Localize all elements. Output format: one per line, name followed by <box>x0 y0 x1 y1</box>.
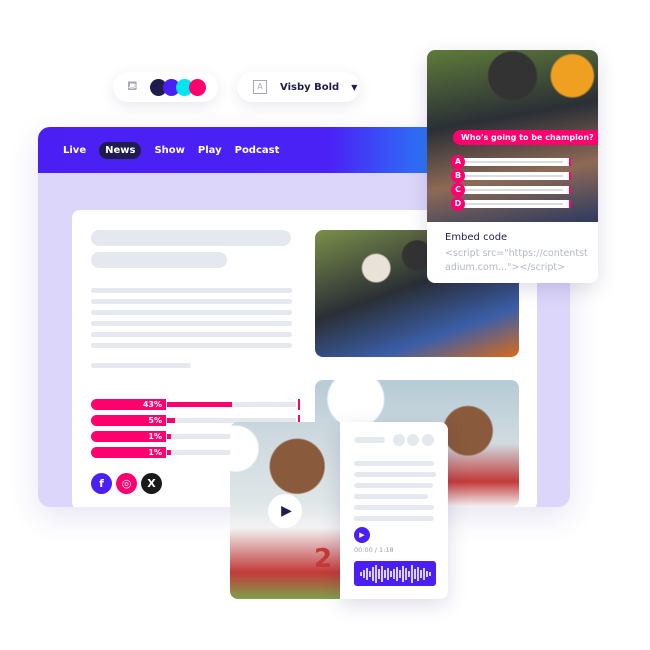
quiz-option-letter[interactable]: A <box>451 155 465 169</box>
waveform[interactable] <box>354 561 436 586</box>
nav-play[interactable]: Play <box>198 145 222 156</box>
waveform-bar <box>398 569 401 578</box>
audio-card: ▶ 00:00 / 1:18 <box>340 422 448 599</box>
waveform-bar <box>407 570 410 577</box>
text-skeleton <box>91 363 191 368</box>
nav-podcast[interactable]: Podcast <box>235 145 280 156</box>
x-icon[interactable]: X <box>141 473 162 494</box>
poll-fill <box>167 450 171 455</box>
text-skeleton <box>91 310 292 315</box>
quiz-option-bar[interactable] <box>453 172 571 180</box>
text-skeleton <box>354 516 434 521</box>
paint-bucket-icon: ⛾ <box>127 78 138 94</box>
poll-percent: 1% <box>91 431 166 442</box>
waveform-bar <box>404 567 407 580</box>
avatar-skeleton <box>393 434 405 446</box>
waveform-bar <box>410 564 413 583</box>
waveform-bar <box>389 570 392 577</box>
waveform-bar <box>377 568 380 579</box>
play-button[interactable]: ▶ <box>268 494 302 528</box>
waveform-bar <box>362 569 365 578</box>
waveform-bar <box>386 567 389 580</box>
poll-percent: 43% <box>91 399 166 410</box>
text-skeleton <box>91 299 292 304</box>
audio-time: 00:00 / 1:18 <box>354 546 394 554</box>
waveform-bar <box>392 568 395 579</box>
avatar-skeleton <box>422 434 434 446</box>
quiz-option-line <box>459 189 563 191</box>
poll-track <box>167 402 296 407</box>
audio-play-button[interactable]: ▶ <box>354 527 370 543</box>
text-skeleton <box>91 343 292 348</box>
font-dropdown[interactable]: A Visby Bold ▼ <box>237 72 360 102</box>
waveform-bar <box>380 565 383 582</box>
instagram-icon[interactable]: ◎ <box>116 473 137 494</box>
quiz-option-letter[interactable]: C <box>451 183 465 197</box>
text-skeleton <box>91 332 292 337</box>
waveform-bar <box>395 566 398 581</box>
waveform-bar <box>368 570 371 577</box>
play-icon: ▶ <box>281 503 292 519</box>
quiz-option-letter[interactable]: B <box>451 169 465 183</box>
quiz-card: Who's going to be champion? ABCD Embed c… <box>427 50 598 283</box>
swatch-pink[interactable] <box>188 78 206 96</box>
waveform-bar <box>416 566 419 581</box>
poll-end-marker <box>298 399 300 410</box>
avatar-skeleton <box>407 434 419 446</box>
title-skeleton <box>91 230 291 246</box>
facebook-icon[interactable]: f <box>91 473 112 494</box>
poll-percent: 1% <box>91 447 166 458</box>
text-skeleton <box>354 472 436 477</box>
color-picker[interactable]: ⛾ <box>113 72 218 102</box>
poll-percent: 5% <box>91 415 166 426</box>
poll-fill <box>167 402 232 407</box>
quiz-option-bar[interactable] <box>453 200 571 208</box>
waveform-bar <box>419 569 422 578</box>
quiz-option-bar[interactable] <box>453 186 571 194</box>
text-skeleton <box>354 505 434 510</box>
poll-bar[interactable]: 43% <box>91 399 300 410</box>
waveform-bar <box>413 568 416 579</box>
waveform-bar <box>365 567 368 580</box>
text-skeleton <box>91 288 292 293</box>
embed-title: Embed code <box>445 232 508 243</box>
quiz-option-line <box>459 203 563 205</box>
text-skeleton <box>91 321 292 326</box>
quiz-option-letter[interactable]: D <box>451 197 465 211</box>
text-skeleton <box>354 461 434 466</box>
text-frame-icon: A <box>253 80 267 94</box>
poll-fill <box>167 434 171 439</box>
waveform-bar <box>359 571 362 576</box>
nav-news[interactable]: News <box>99 141 142 159</box>
text-skeleton <box>354 483 433 488</box>
font-name: Visby Bold <box>280 81 340 93</box>
waveform-bar <box>425 570 428 577</box>
waveform-bar <box>374 564 377 583</box>
waveform-bar <box>428 571 431 576</box>
waveform-bar <box>371 566 374 581</box>
waveform-bar <box>383 569 386 578</box>
jersey-number: 2 <box>314 544 333 574</box>
quiz-option-bar[interactable] <box>453 158 571 166</box>
poll-fill <box>167 418 175 423</box>
title-skeleton <box>91 252 227 268</box>
waveform-bar <box>401 565 404 582</box>
nav-live[interactable]: Live <box>63 145 86 156</box>
text-skeleton <box>354 494 428 499</box>
text-skeleton <box>354 437 385 443</box>
chevron-down-icon: ▼ <box>351 82 358 92</box>
video-player[interactable]: ▶ 2 <box>230 422 342 599</box>
waveform-bar <box>422 567 425 580</box>
nav-show[interactable]: Show <box>154 145 184 156</box>
quiz-question: Who's going to be champion? <box>453 130 598 145</box>
quiz-option-line <box>459 175 563 177</box>
quiz-option-line <box>459 161 563 163</box>
embed-code[interactable]: <script src="https://contentstadium.com.… <box>445 247 590 275</box>
